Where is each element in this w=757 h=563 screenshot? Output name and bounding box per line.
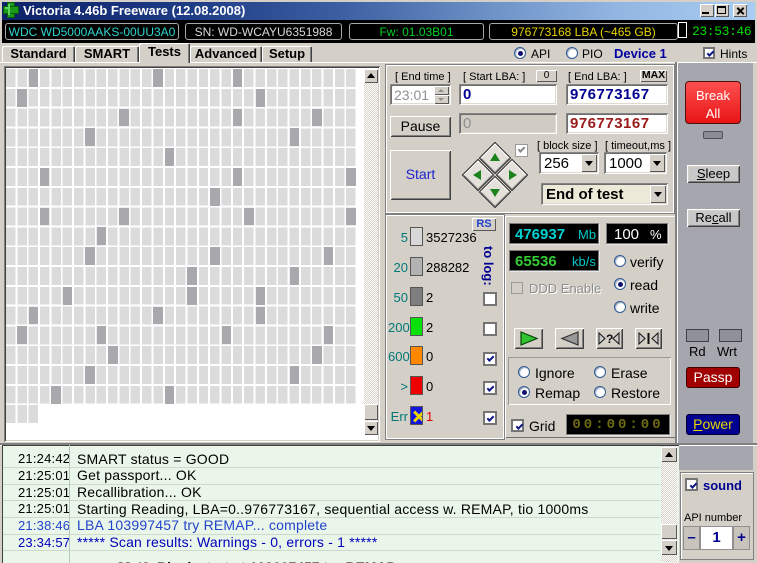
svg-text:?: ? <box>606 332 613 346</box>
